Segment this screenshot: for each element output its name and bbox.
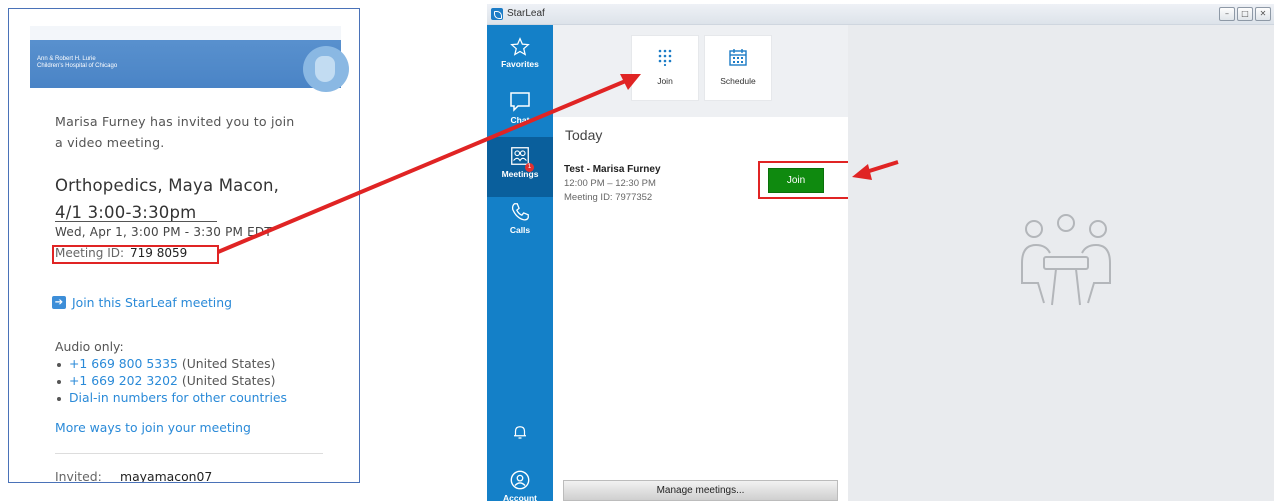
meeting-item-id: Meeting ID: 7977352 bbox=[564, 192, 653, 203]
meeting-room-icon bbox=[1021, 214, 1111, 306]
audio-only-label: Audio only: bbox=[55, 339, 124, 354]
invited-label: Invited: bbox=[55, 469, 102, 483]
starleaf-window: StarLeaf – □ ✕ Favorites Chat Meetings 1… bbox=[487, 4, 1274, 501]
notifications-bell-button[interactable] bbox=[487, 423, 553, 443]
dial-in-link[interactable]: Dial-in numbers for other countries bbox=[69, 390, 287, 405]
phone-item: Dial-in numbers for other countries bbox=[57, 390, 287, 405]
calendar-icon bbox=[729, 49, 747, 66]
meeting-item-time: 12:00 PM – 12:30 PM bbox=[564, 178, 656, 189]
banner-top-band bbox=[30, 26, 341, 40]
phone-number-link[interactable]: +1 669 800 5335 bbox=[69, 356, 178, 371]
notification-badge: 1 bbox=[525, 163, 534, 172]
bell-icon bbox=[514, 426, 526, 439]
hospital-banner: Ann & Robert H. Lurie Children's Hospita… bbox=[30, 26, 349, 92]
invite-text: Marisa Furney has invited you to join a … bbox=[55, 114, 295, 150]
detail-panel bbox=[848, 25, 1274, 501]
maximize-button[interactable]: □ bbox=[1237, 7, 1253, 21]
email-invitation: Ann & Robert H. Lurie Children's Hospita… bbox=[8, 8, 360, 483]
phone-number-link[interactable]: +1 669 202 3202 bbox=[69, 373, 178, 388]
close-button[interactable]: ✕ bbox=[1255, 7, 1271, 21]
phone-item: +1 669 202 3202 (United States) bbox=[57, 373, 275, 388]
phone-icon bbox=[511, 203, 529, 221]
sidebar-item-favorites[interactable]: Favorites bbox=[487, 37, 553, 69]
meetings-toolbar: Join Schedule bbox=[553, 25, 848, 117]
star-icon bbox=[510, 37, 530, 56]
more-ways-link[interactable]: More ways to join your meeting bbox=[55, 420, 251, 435]
sidebar-item-calls[interactable]: Calls bbox=[487, 201, 553, 235]
title-bar: StarLeaf – □ ✕ bbox=[487, 4, 1274, 25]
bullet-icon bbox=[57, 379, 61, 384]
schedule-tool-button[interactable]: Schedule bbox=[704, 35, 772, 101]
sidebar-item-chat[interactable]: Chat bbox=[487, 91, 553, 125]
schedule-tool-label: Schedule bbox=[720, 76, 756, 86]
sidebar-item-label: Meetings bbox=[501, 169, 539, 179]
invited-value: mayamacon07 bbox=[120, 469, 213, 483]
sidebar-item-label: Chat bbox=[510, 115, 530, 125]
sidebar-item-label: Account bbox=[503, 493, 537, 501]
join-tool-label: Join bbox=[657, 76, 673, 86]
meeting-id-highlight-box bbox=[52, 245, 219, 264]
join-tool-button[interactable]: Join bbox=[631, 35, 699, 101]
sidebar-item-account[interactable]: Account bbox=[487, 469, 553, 501]
bullet-icon bbox=[57, 396, 61, 401]
join-link-text[interactable]: Join this StarLeaf meeting bbox=[72, 295, 232, 310]
minimize-button[interactable]: – bbox=[1219, 7, 1235, 21]
chat-bubble-icon bbox=[510, 92, 530, 112]
arrow-right-icon: ➔ bbox=[52, 295, 66, 309]
meeting-title: Orthopedics, Maya Macon, 4/1 3:00-3:30pm bbox=[55, 176, 280, 222]
sidebar-item-meetings[interactable]: Meetings bbox=[487, 145, 553, 179]
window-title: StarLeaf bbox=[507, 8, 545, 19]
manage-meetings-button[interactable]: Manage meetings... bbox=[563, 480, 838, 501]
sidebar: Favorites Chat Meetings 1 Calls Account bbox=[487, 25, 553, 501]
meeting-date: Wed, Apr 1, 3:00 PM - 3:30 PM EDT bbox=[55, 225, 272, 239]
bullet-icon bbox=[57, 362, 61, 367]
meetings-panel: Join Schedule Today Test - Marisa Furney… bbox=[553, 25, 851, 501]
account-icon bbox=[510, 470, 530, 490]
join-button-highlight-box bbox=[758, 161, 851, 199]
section-heading-today: Today bbox=[565, 127, 603, 143]
sidebar-item-label: Favorites bbox=[501, 59, 539, 69]
join-starleaf-link[interactable]: ➔ Join this StarLeaf meeting bbox=[52, 293, 232, 311]
divider bbox=[55, 453, 323, 454]
phone-item: +1 669 800 5335 (United States) bbox=[57, 356, 275, 371]
phone-country: (United States) bbox=[181, 356, 276, 371]
phone-country: (United States) bbox=[181, 373, 276, 388]
sidebar-item-label: Calls bbox=[509, 225, 531, 235]
starleaf-logo-icon bbox=[491, 8, 503, 20]
dialpad-icon bbox=[658, 49, 672, 66]
hospital-logo: Ann & Robert H. Lurie Children's Hospita… bbox=[37, 56, 118, 69]
hand-logo-icon bbox=[303, 46, 349, 92]
title-underline bbox=[55, 221, 217, 222]
meeting-item-title[interactable]: Test - Marisa Furney bbox=[564, 164, 661, 175]
